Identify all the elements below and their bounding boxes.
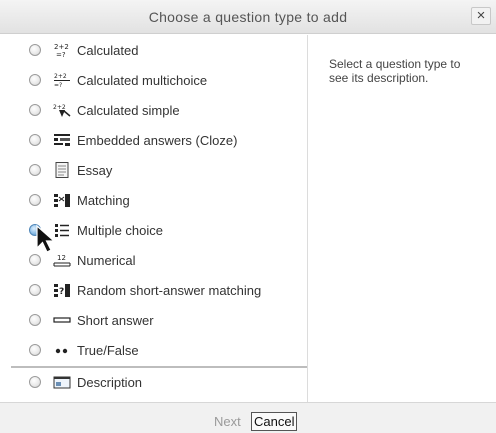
option-label: Calculated simple xyxy=(77,103,180,118)
radio-description[interactable] xyxy=(29,376,41,388)
random-matching-icon: ? xyxy=(54,284,70,297)
svg-text:=?: =? xyxy=(54,82,62,88)
radio-essay[interactable] xyxy=(29,164,41,176)
option-label: Description xyxy=(77,375,143,390)
option-short-answer[interactable]: Short answer xyxy=(11,307,307,337)
true-false-icon xyxy=(55,348,68,354)
essay-icon xyxy=(55,162,69,178)
radio-calculated[interactable] xyxy=(29,44,41,56)
svg-text:2+2: 2+2 xyxy=(53,104,66,111)
svg-text:2+2: 2+2 xyxy=(54,73,67,80)
next-button[interactable]: Next xyxy=(214,414,241,429)
option-label: Essay xyxy=(77,163,113,178)
option-description[interactable]: Description xyxy=(11,369,307,399)
matching-icon xyxy=(54,194,70,207)
question-type-dialog: Choose a question type to add × 2+2 =? C… xyxy=(0,0,496,433)
option-essay[interactable]: Essay xyxy=(11,157,307,187)
option-matching[interactable]: Matching xyxy=(11,187,307,217)
cloze-icon xyxy=(54,134,70,146)
radio-random-short-answer-matching[interactable] xyxy=(29,284,41,296)
svg-text:=?: =? xyxy=(56,51,66,58)
option-label: True/False xyxy=(77,343,139,358)
option-cloze[interactable]: Embedded answers (Cloze) xyxy=(11,127,307,157)
option-calculated-simple[interactable]: 2+2 Calculated simple xyxy=(11,97,307,127)
option-label: Short answer xyxy=(77,313,154,328)
question-type-list: 2+2 =? Calculated 2+2 =? Calculated mult… xyxy=(11,37,307,397)
option-label: Random short-answer matching xyxy=(77,283,262,298)
close-button[interactable]: × xyxy=(471,7,491,25)
list-separator xyxy=(11,366,307,368)
cancel-button[interactable]: Cancel xyxy=(251,412,298,431)
calculated-icon: 2+2 =? xyxy=(54,43,69,58)
panel-divider xyxy=(307,35,308,402)
description-icon xyxy=(53,376,71,389)
option-label: Calculated multichoice xyxy=(77,73,208,88)
radio-cloze[interactable] xyxy=(29,134,41,146)
radio-short-answer[interactable] xyxy=(29,314,41,326)
dialog-title: Choose a question type to add xyxy=(148,9,348,25)
option-label: Numerical xyxy=(77,253,136,268)
dialog-titlebar: Choose a question type to add × xyxy=(0,0,496,34)
option-label: Embedded answers (Cloze) xyxy=(77,133,238,148)
dialog-footer: Next Cancel xyxy=(0,402,496,433)
calculated-multichoice-icon: 2+2 =? xyxy=(54,73,70,88)
option-true-false[interactable]: True/False xyxy=(11,337,307,367)
radio-calculated-simple[interactable] xyxy=(29,104,41,116)
option-label: Multiple choice xyxy=(77,223,163,238)
option-label: Calculated xyxy=(77,43,139,58)
option-label: Matching xyxy=(77,193,130,208)
option-calculated-multichoice[interactable]: 2+2 =? Calculated multichoice xyxy=(11,67,307,97)
option-random-short-answer-matching[interactable]: ? Random short-answer matching xyxy=(11,277,307,307)
short-answer-icon xyxy=(53,317,71,323)
option-calculated[interactable]: 2+2 =? Calculated xyxy=(11,37,307,67)
svg-text:2+2: 2+2 xyxy=(54,43,69,51)
radio-matching[interactable] xyxy=(29,194,41,206)
svg-text:?: ? xyxy=(59,287,64,297)
mouse-pointer-icon xyxy=(36,224,56,253)
description-text: Select a question type to see its descri… xyxy=(329,57,461,85)
radio-true-false[interactable] xyxy=(29,344,41,356)
calculated-simple-icon: 2+2 xyxy=(53,104,71,117)
radio-calculated-multichoice[interactable] xyxy=(29,74,41,86)
